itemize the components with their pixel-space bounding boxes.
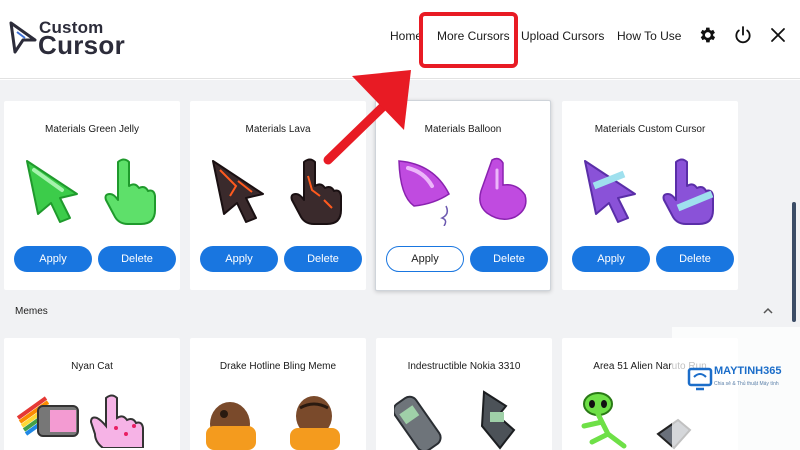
nav-how-to-use[interactable]: How To Use bbox=[617, 29, 681, 43]
delete-button[interactable]: Delete bbox=[284, 246, 362, 272]
delete-button[interactable]: Delete bbox=[656, 246, 734, 272]
watermark-tagline: Chia sẻ & Thủ thuật Máy tính bbox=[714, 381, 779, 387]
cursor-preview-image bbox=[212, 158, 342, 225]
cursor-card: Materials Custom Cursor Apply Delete bbox=[562, 101, 738, 290]
close-button[interactable] bbox=[767, 24, 789, 46]
card-title: Nyan Cat bbox=[71, 361, 113, 372]
top-bar: Custom Cursor Home More Cursors Upload C… bbox=[0, 0, 800, 79]
close-icon bbox=[771, 28, 785, 42]
card-title: Drake Hotline Bling Meme bbox=[219, 361, 337, 372]
settings-button[interactable] bbox=[696, 24, 718, 46]
power-button[interactable] bbox=[732, 24, 754, 46]
cursor-logo-icon bbox=[9, 21, 37, 54]
cursor-card: Nyan Cat bbox=[4, 338, 180, 450]
watermark-logo-icon bbox=[687, 367, 713, 391]
apply-button[interactable]: Apply bbox=[572, 246, 650, 272]
chevron-up-icon[interactable] bbox=[762, 306, 774, 316]
logo-text-cursor: Cursor bbox=[38, 30, 126, 60]
cursor-preview-image bbox=[584, 158, 714, 225]
scrollbar-thumb[interactable] bbox=[792, 202, 796, 322]
card-title: Materials Green Jelly bbox=[45, 124, 139, 135]
apply-button[interactable]: Apply bbox=[386, 246, 464, 272]
apply-button[interactable]: Apply bbox=[200, 246, 278, 272]
delete-button[interactable]: Delete bbox=[98, 246, 176, 272]
cursor-card-selected: Materials Balloon Apply Delete bbox=[375, 100, 551, 291]
cursor-card: Indestructible Nokia 3310 bbox=[376, 338, 552, 450]
highlight-box bbox=[419, 12, 518, 68]
section-title: Memes bbox=[15, 306, 48, 317]
power-icon bbox=[735, 26, 751, 44]
cursor-card: Materials Lava Apply Delete bbox=[190, 101, 366, 290]
card-title: Materials Balloon bbox=[424, 124, 502, 135]
gear-icon bbox=[700, 27, 716, 43]
app-logo[interactable]: Custom Cursor bbox=[9, 17, 129, 60]
nav-upload-cursors[interactable]: Upload Cursors bbox=[521, 29, 604, 43]
cursor-card: Drake Hotline Bling Meme bbox=[190, 338, 366, 450]
app-window: Custom Cursor Home More Cursors Upload C… bbox=[0, 0, 800, 450]
watermark: MAYTINH365 Chia sẻ & Thủ thuật Máy tính bbox=[672, 327, 800, 450]
cursor-preview-image bbox=[26, 158, 156, 225]
nav-home[interactable]: Home bbox=[390, 29, 422, 43]
cursor-preview-image bbox=[16, 394, 144, 448]
watermark-brand: MAYTINH365 bbox=[714, 365, 782, 377]
apply-button[interactable]: Apply bbox=[14, 246, 92, 272]
card-title: Materials Lava bbox=[245, 124, 311, 135]
cursor-card: Materials Green Jelly Apply Delete bbox=[4, 101, 180, 290]
card-title: Materials Custom Cursor bbox=[594, 124, 706, 135]
cursor-preview-image bbox=[394, 390, 516, 450]
card-title: Indestructible Nokia 3310 bbox=[407, 361, 521, 372]
cursor-preview-image bbox=[206, 396, 340, 450]
cursor-preview-image bbox=[398, 157, 527, 226]
delete-button[interactable]: Delete bbox=[470, 246, 548, 272]
